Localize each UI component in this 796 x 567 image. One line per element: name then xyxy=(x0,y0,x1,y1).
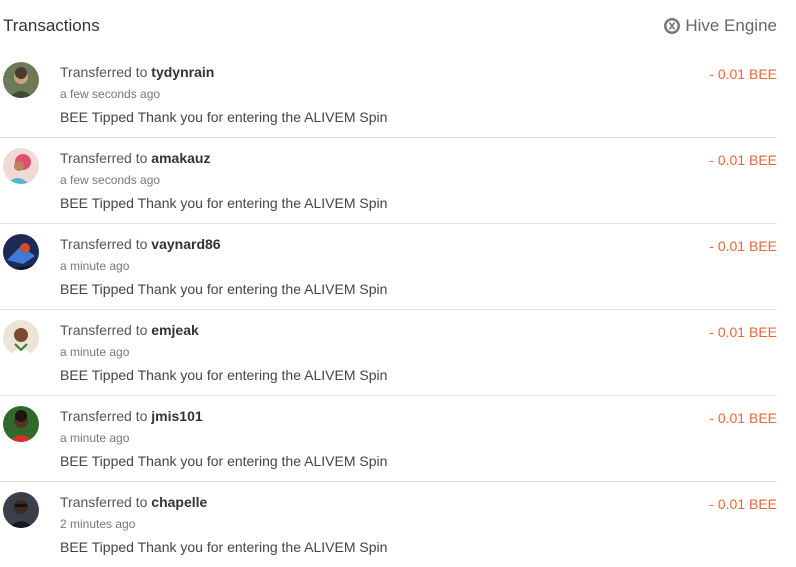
transfer-description: Transferred to jmis101 xyxy=(60,408,203,424)
transaction-row: Transferred to chapelle 2 minutes ago BE… xyxy=(0,482,777,567)
timestamp: a minute ago xyxy=(60,259,130,273)
transfer-description: Transferred to amakauz xyxy=(60,150,210,166)
timestamp: 2 minutes ago xyxy=(60,517,136,531)
timestamp: a few seconds ago xyxy=(60,87,161,101)
recipient-username[interactable]: jmis101 xyxy=(151,408,202,424)
transfer-description: Transferred to chapelle xyxy=(60,494,207,510)
memo-text: BEE Tipped Thank you for entering the AL… xyxy=(60,453,388,469)
memo-text: BEE Tipped Thank you for entering the AL… xyxy=(60,195,388,211)
avatar[interactable] xyxy=(3,62,39,98)
page-title: Transactions xyxy=(3,16,100,35)
avatar[interactable] xyxy=(3,320,39,356)
timestamp: a minute ago xyxy=(60,345,130,359)
amount: - 0.01 BEE xyxy=(709,410,777,426)
transaction-row: Transferred to tydynrain a few seconds a… xyxy=(0,52,777,138)
transfer-prefix: Transferred to xyxy=(60,64,152,80)
amount: - 0.01 BEE xyxy=(709,496,777,512)
recipient-username[interactable]: amakauz xyxy=(151,150,210,166)
transfer-prefix: Transferred to xyxy=(60,408,152,424)
amount: - 0.01 BEE xyxy=(709,324,777,340)
timestamp: a minute ago xyxy=(60,431,130,445)
hive-engine-label: Hive Engine xyxy=(685,16,777,35)
transaction-row: Transferred to emjeak a minute ago BEE T… xyxy=(0,310,777,396)
transfer-prefix: Transferred to xyxy=(60,236,152,252)
hive-engine-link[interactable]: Hive Engine xyxy=(663,16,777,36)
transactions-header: Transactions Hive Engine xyxy=(0,0,796,52)
transfer-prefix: Transferred to xyxy=(60,322,152,338)
amount: - 0.01 BEE xyxy=(709,238,777,254)
avatar[interactable] xyxy=(3,406,39,442)
recipient-username[interactable]: tydynrain xyxy=(151,64,214,80)
recipient-username[interactable]: chapelle xyxy=(151,494,207,510)
timestamp: a few seconds ago xyxy=(60,173,161,187)
avatar[interactable] xyxy=(3,148,39,184)
transfer-description: Transferred to emjeak xyxy=(60,322,199,338)
recipient-username[interactable]: emjeak xyxy=(151,322,198,338)
hive-engine-icon xyxy=(663,17,681,35)
transaction-list: Transferred to tydynrain a few seconds a… xyxy=(0,52,777,567)
transaction-row: Transferred to jmis101 a minute ago BEE … xyxy=(0,396,777,482)
memo-text: BEE Tipped Thank you for entering the AL… xyxy=(60,367,388,383)
avatar[interactable] xyxy=(3,492,39,528)
transfer-description: Transferred to vaynard86 xyxy=(60,236,221,252)
amount: - 0.01 BEE xyxy=(709,152,777,168)
memo-text: BEE Tipped Thank you for entering the AL… xyxy=(60,539,388,555)
avatar[interactable] xyxy=(3,234,39,270)
transfer-prefix: Transferred to xyxy=(60,150,152,166)
recipient-username[interactable]: vaynard86 xyxy=(151,236,220,252)
memo-text: BEE Tipped Thank you for entering the AL… xyxy=(60,281,388,297)
transfer-prefix: Transferred to xyxy=(60,494,152,510)
transaction-row: Transferred to amakauz a few seconds ago… xyxy=(0,138,777,224)
amount: - 0.01 BEE xyxy=(709,66,777,82)
memo-text: BEE Tipped Thank you for entering the AL… xyxy=(60,109,388,125)
transaction-row: Transferred to vaynard86 a minute ago BE… xyxy=(0,224,777,310)
transfer-description: Transferred to tydynrain xyxy=(60,64,214,80)
